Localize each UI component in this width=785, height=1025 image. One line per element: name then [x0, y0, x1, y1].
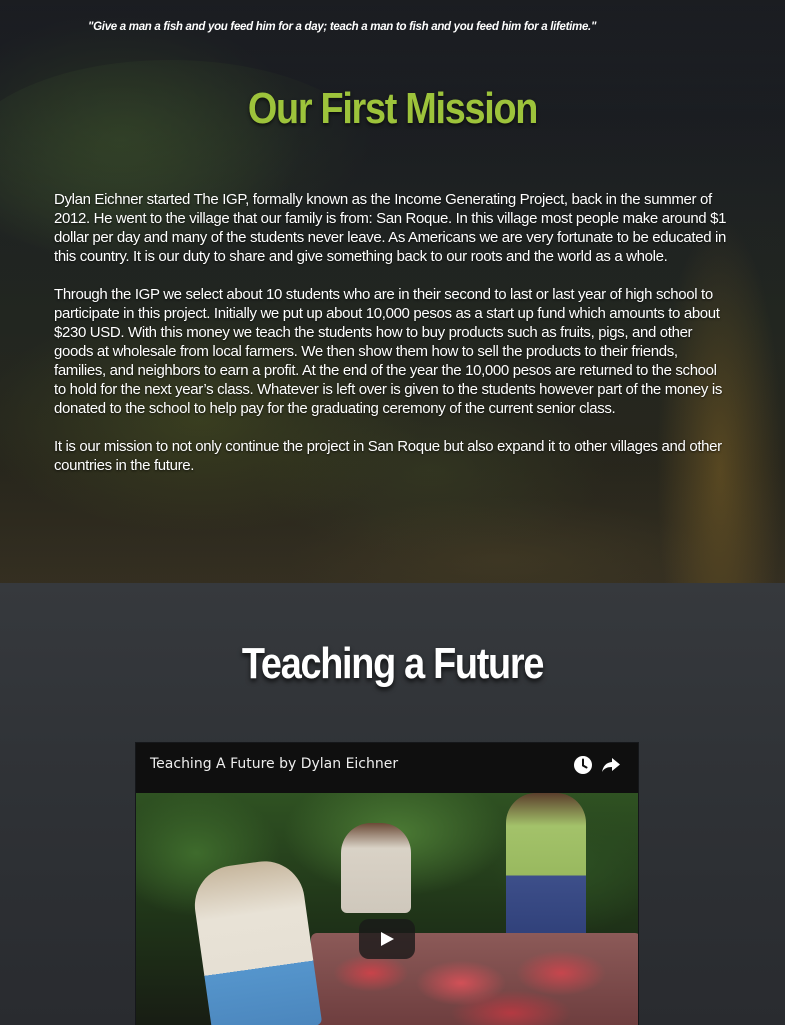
- teaching-title: Teaching a Future: [241, 639, 544, 688]
- clock-icon[interactable]: [572, 754, 594, 776]
- play-icon[interactable]: [359, 919, 415, 959]
- header-quote: "Give a man a fish and you feed him for …: [88, 21, 597, 33]
- mission-text: Dylan Eichner started The IGP, formally …: [54, 190, 730, 494]
- mission-title: Our First Mission: [247, 84, 539, 133]
- share-arrow-icon[interactable]: [600, 754, 622, 776]
- video-title-link[interactable]: Teaching A Future by Dylan Eichner: [150, 756, 398, 772]
- video-embed[interactable]: Teaching A Future by Dylan Eichner: [136, 743, 638, 1025]
- thumbnail-person: [189, 856, 323, 1025]
- page: "Give a man a fish and you feed him for …: [0, 0, 785, 1025]
- video-header: Teaching A Future by Dylan Eichner: [136, 743, 638, 793]
- mission-paragraph-2: Through the IGP we select about 10 stude…: [54, 286, 722, 417]
- mission-section: "Give a man a fish and you feed him for …: [0, 0, 785, 583]
- video-thumbnail[interactable]: [136, 793, 638, 1025]
- mission-paragraph-3: It is our mission to not only continue t…: [54, 438, 722, 474]
- thumbnail-person: [506, 793, 586, 943]
- mission-paragraph-1: Dylan Eichner started The IGP, formally …: [54, 191, 727, 265]
- thumbnail-person: [341, 823, 411, 913]
